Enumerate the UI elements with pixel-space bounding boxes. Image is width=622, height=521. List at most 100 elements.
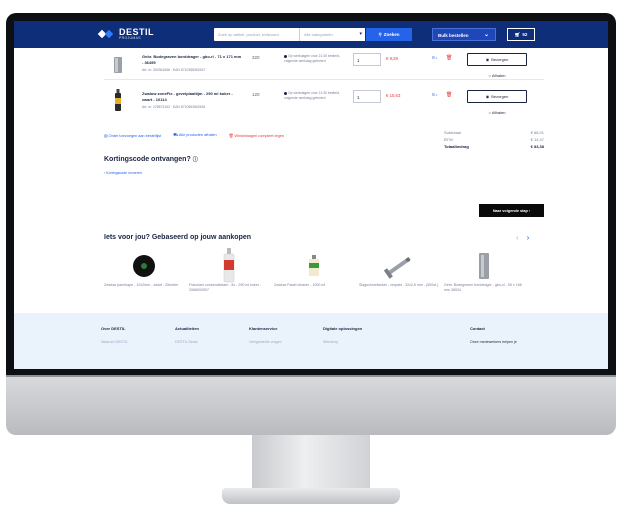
- footer-link[interactable]: Onze medewerkers helpen je: [470, 340, 517, 344]
- chevron-left-icon[interactable]: ‹: [516, 233, 519, 242]
- cart-button[interactable]: 🛒︎ 52: [507, 28, 535, 41]
- product-image: [444, 251, 524, 281]
- vat-label: BTW: [444, 137, 453, 142]
- next-step-button[interactable]: Naar volgende stap ›: [479, 204, 544, 217]
- delivery-button-label: Bezorgen: [491, 57, 509, 62]
- footer-link[interactable]: Waarom DESTIL: [101, 340, 128, 344]
- stock-count: 120: [252, 92, 260, 97]
- radio-checked-icon: ◉: [485, 94, 490, 99]
- trash-icon[interactable]: 🗑︎: [446, 55, 452, 61]
- order-totals: Subtotaal € 68,91 BTW € 14,47 Totaalbedrag…: [444, 129, 544, 150]
- imac-mockup: DESTIL PROJUMAS Zoek op artikel, product…: [0, 0, 622, 521]
- footer-link[interactable]: Veelgestelde vragen: [249, 340, 282, 344]
- anchor-bolt-icon: [383, 256, 411, 279]
- pickup-all-link[interactable]: ⛟ Alle producten afhalen: [173, 133, 216, 138]
- cart-count: 52: [522, 32, 528, 37]
- bulk-order-button[interactable]: Bulk bestellen ⌄: [432, 28, 496, 41]
- availability-text: Op werkdagen voor 21:30 besteld, volgend…: [284, 54, 340, 63]
- footer-link[interactable]: Webshop: [323, 340, 338, 344]
- cart-icon: 🛒︎: [514, 31, 521, 37]
- destil-logo[interactable]: DESTIL PROJUMAS: [97, 27, 154, 41]
- vat-row: BTW € 14,47: [444, 136, 544, 143]
- recommendation-name: Franciam constructietam - fix - 290 ml k…: [189, 283, 262, 292]
- trash-icon: 🗑︎: [228, 134, 234, 138]
- tape-roll-icon: [133, 255, 155, 277]
- radio-empty-icon: ○: [488, 73, 491, 78]
- recommendation-name: Gebr. Bodegraven borddrager - gbo-zl - 5…: [444, 283, 522, 292]
- logo-icon: [97, 27, 115, 41]
- recommendation-name: Zwaluw panehape - 12x2mm - zwart - 25met…: [104, 283, 179, 287]
- clear-cart-label: Winkelwagen compleet legen: [234, 134, 284, 138]
- item-price: € 9,28: [386, 56, 398, 61]
- delivery-button-label: Bezorgen: [491, 94, 509, 99]
- vat-value: € 14,47: [530, 137, 544, 142]
- monitor-stand-neck: [252, 435, 370, 490]
- footer-column-title: Actualiteiten: [175, 326, 200, 331]
- product-name[interactable]: Zwaluw zoneFix - gevelplaatlijm - 290 ml…: [142, 91, 242, 103]
- bulk-order-label: Bulk bestellen: [438, 33, 469, 38]
- footer-column-title: Contact: [470, 326, 485, 331]
- monitor-stand-foot: [222, 488, 400, 504]
- board-bracket-icon: [479, 253, 489, 279]
- subtotal-row: Subtotaal € 68,91: [444, 129, 544, 136]
- quantity-input[interactable]: 1: [353, 90, 381, 103]
- product-image: [274, 251, 354, 281]
- stock-count: 320: [252, 55, 260, 60]
- footer-column-title: Over DESTIL: [101, 326, 126, 331]
- product-thumbnail[interactable]: [111, 89, 125, 113]
- logo-subtitle: PROJUMAS: [119, 35, 141, 40]
- item-price: € 15,63: [386, 93, 401, 98]
- availability-note: Op werkdagen voor 21:30 besteld, volgend…: [284, 54, 348, 64]
- add-to-list-icon[interactable]: ≡₊: [432, 55, 438, 61]
- browser-viewport: DESTIL PROJUMAS Zoek op artikel, product…: [14, 21, 608, 369]
- product-meta: Art. nr. 300361658 · EAN 8710358362547: [142, 68, 206, 72]
- row-divider: [104, 79, 544, 80]
- recommendation-card[interactable]: Franciam constructietam - fix - 290 ml k…: [189, 248, 269, 292]
- monitor-chin-edge: [6, 375, 616, 377]
- product-image: [104, 251, 184, 281]
- recommendations-title: Iets voor jou? Gebaseerd op jouw aankope…: [104, 234, 252, 241]
- info-icon[interactable]: ⓘ: [193, 157, 198, 163]
- add-to-list-icon[interactable]: ≡₊: [432, 92, 438, 98]
- order-later-link[interactable]: ▤ Order toevoegen aan bestellijst: [104, 133, 161, 138]
- recommendation-card[interactable]: Slagschroefanker - verpakt - 32x2,6 mm -…: [359, 251, 439, 288]
- category-select[interactable]: Alle categorieën ▾: [299, 28, 365, 41]
- product-thumbnail[interactable]: [111, 55, 125, 75]
- site-header: DESTIL PROJUMAS Zoek op artikel, product…: [14, 21, 608, 48]
- recommendation-card[interactable]: Zwaluw panehape - 12x2mm - zwart - 25met…: [104, 251, 184, 288]
- total-value: € 83,38: [530, 144, 544, 149]
- footer-column-title: Klantenservice: [249, 326, 278, 331]
- product-name[interactable]: Gebr. Bodegraven borddrager - gbo-rl - 7…: [142, 54, 242, 66]
- delivery-button[interactable]: ◉ Bezorgen: [467, 53, 527, 66]
- total-row: Totaalbedrag € 83,38: [444, 143, 544, 150]
- chevron-down-icon: ⌄: [483, 32, 489, 38]
- carousel-arrows: ‹ ›: [516, 233, 529, 242]
- list-icon: ▤: [104, 134, 108, 138]
- radio-checked-icon: ◉: [485, 57, 490, 62]
- discount-code-link[interactable]: › Kortingscode invoeren: [104, 171, 142, 175]
- trash-icon[interactable]: 🗑︎: [446, 92, 452, 98]
- clear-cart-link[interactable]: 🗑︎ Winkelwagen compleet legen: [229, 133, 284, 138]
- cleaner-bottle-icon: [309, 255, 319, 276]
- recommendation-card[interactable]: Gebr. Bodegraven borddrager - gbo-zl - 5…: [444, 251, 524, 292]
- category-select-label: Alle categorieën: [304, 32, 333, 37]
- cart-actions: ▤ Order toevoegen aan bestellijst ⛟ Alle…: [104, 133, 284, 138]
- pickup-option[interactable]: ○ Afhalen: [467, 110, 527, 115]
- delivery-button[interactable]: ◉ Bezorgen: [467, 90, 527, 103]
- total-label: Totaalbedrag: [444, 144, 469, 149]
- monitor-chin: [6, 375, 616, 435]
- pickup-option[interactable]: ○ Afhalen: [467, 73, 527, 78]
- availability-text: Op werkdagen voor 21:30 besteld, volgend…: [284, 91, 340, 100]
- recommendation-name: Zwaluw Panel cleaner - 1000 ml: [274, 283, 326, 287]
- discount-heading: Kortingscode ontvangen? ⓘ: [104, 156, 198, 163]
- discount-title: Kortingscode ontvangen?: [104, 156, 191, 163]
- quantity-input[interactable]: 1: [353, 53, 381, 66]
- search-button-label: Zoeken: [383, 32, 400, 37]
- search-button[interactable]: ⚲ Zoeken: [366, 28, 412, 41]
- chevron-right-icon[interactable]: ›: [527, 233, 530, 242]
- pickup-label: Afhalen: [491, 110, 506, 115]
- footer-link[interactable]: DESTIL Deals: [175, 340, 198, 344]
- recommendation-card[interactable]: Zwaluw Panel cleaner - 1000 ml: [274, 251, 354, 288]
- availability-note: Op werkdagen voor 21:30 besteld, volgend…: [284, 91, 348, 101]
- car-icon: ⛟: [173, 133, 178, 137]
